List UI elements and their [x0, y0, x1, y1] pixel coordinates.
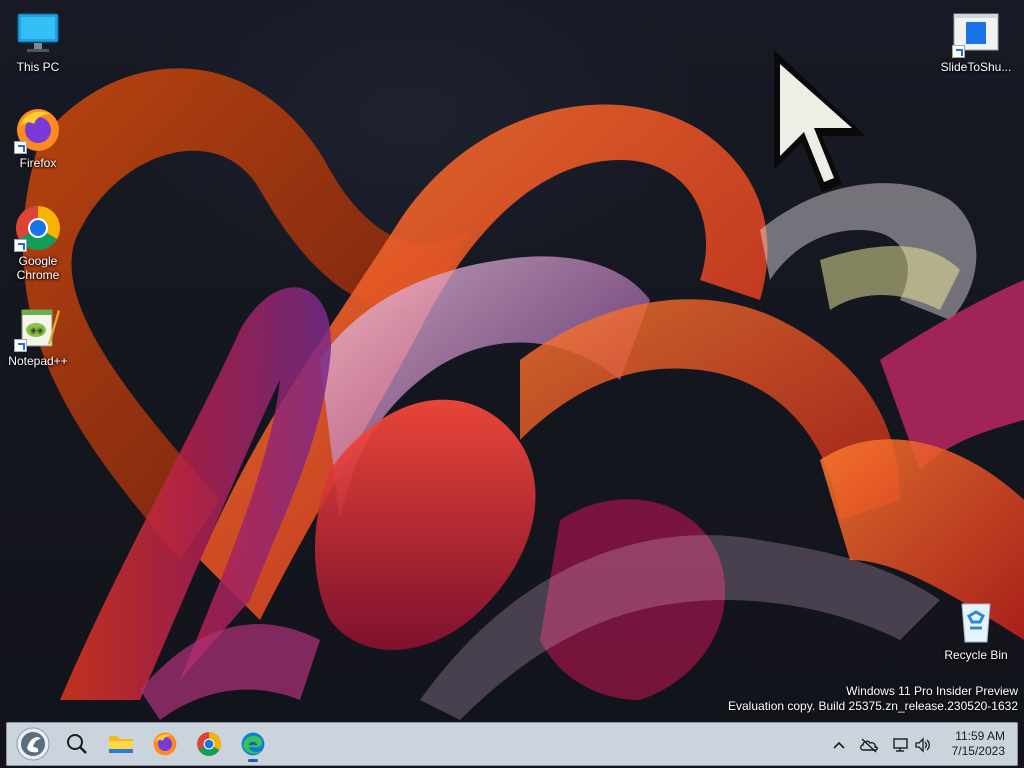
desktop-icon-google-chrome[interactable]: Google Chrome — [0, 204, 76, 282]
desktop-icon-this-pc[interactable]: This PC — [0, 10, 76, 74]
chrome-button[interactable] — [191, 726, 227, 762]
show-hidden-icons-button[interactable] — [829, 735, 849, 755]
start-button[interactable] — [15, 726, 51, 762]
desktop-icon-label: Firefox — [19, 156, 57, 170]
clock-time: 11:59 AM — [955, 729, 1005, 743]
active-indicator — [248, 759, 258, 762]
firefox-icon — [14, 106, 62, 154]
mouse-cursor-icon — [774, 50, 866, 192]
folder-icon — [109, 736, 133, 753]
taskbar: 11:59 AM 7/15/2023 — [6, 722, 1018, 766]
desktop-icon-label: Google Chrome — [16, 254, 60, 282]
shortcut-arrow-icon — [952, 45, 965, 58]
desktop-icon-slidetoshutdown[interactable]: SlideToShu... — [936, 10, 1016, 74]
start-logo-icon — [16, 727, 50, 761]
network-button[interactable] — [891, 735, 911, 755]
desktop-icon-label: Recycle Bin — [944, 648, 1008, 662]
slidetoshutdown-icon — [952, 10, 1000, 58]
desktop-icon-firefox[interactable]: Firefox — [0, 106, 76, 170]
watermark-line2: Evaluation copy. Build 25375.zn_release.… — [728, 699, 1018, 713]
shortcut-arrow-icon — [14, 239, 27, 252]
chevron-up-icon — [833, 741, 845, 749]
shortcut-arrow-icon — [14, 141, 27, 154]
search-icon — [67, 734, 87, 754]
chrome-icon — [197, 732, 221, 756]
edge-icon — [241, 732, 265, 756]
desktop-icon-label: SlideToShu... — [940, 60, 1012, 74]
network-icon — [893, 738, 908, 752]
svg-text:++: ++ — [30, 326, 43, 335]
desktop-icon-recycle-bin[interactable]: Recycle Bin — [936, 598, 1016, 662]
notepad-plus-plus-icon: ++ — [14, 304, 62, 352]
desktop[interactable]: This PC Firefox Google Chrome ++ Notepad… — [0, 0, 1024, 768]
chrome-icon — [14, 204, 62, 252]
file-explorer-button[interactable] — [103, 726, 139, 762]
onedrive-offline-icon — [860, 738, 878, 753]
edge-button[interactable] — [235, 726, 271, 762]
onedrive-status-button[interactable] — [859, 735, 879, 755]
clock[interactable]: 11:59 AM 7/15/2023 — [952, 729, 1005, 759]
volume-icon — [915, 737, 930, 753]
watermark-line1: Windows 11 Pro Insider Preview — [846, 684, 1018, 698]
recycle-bin-icon — [952, 598, 1000, 646]
desktop-icon-label: Notepad++ — [8, 354, 68, 368]
volume-button[interactable] — [913, 735, 933, 755]
clock-date: 7/15/2023 — [951, 744, 1005, 758]
firefox-icon — [153, 732, 177, 756]
search-button[interactable] — [59, 726, 95, 762]
firefox-button[interactable] — [147, 726, 183, 762]
computer-icon — [14, 10, 62, 58]
shortcut-arrow-icon — [14, 339, 27, 352]
windows-evaluation-watermark: Windows 11 Pro Insider Preview Evaluatio… — [728, 684, 1018, 714]
desktop-icon-notepad-plus-plus[interactable]: ++ Notepad++ — [0, 304, 76, 368]
desktop-icon-label: This PC — [16, 60, 60, 74]
